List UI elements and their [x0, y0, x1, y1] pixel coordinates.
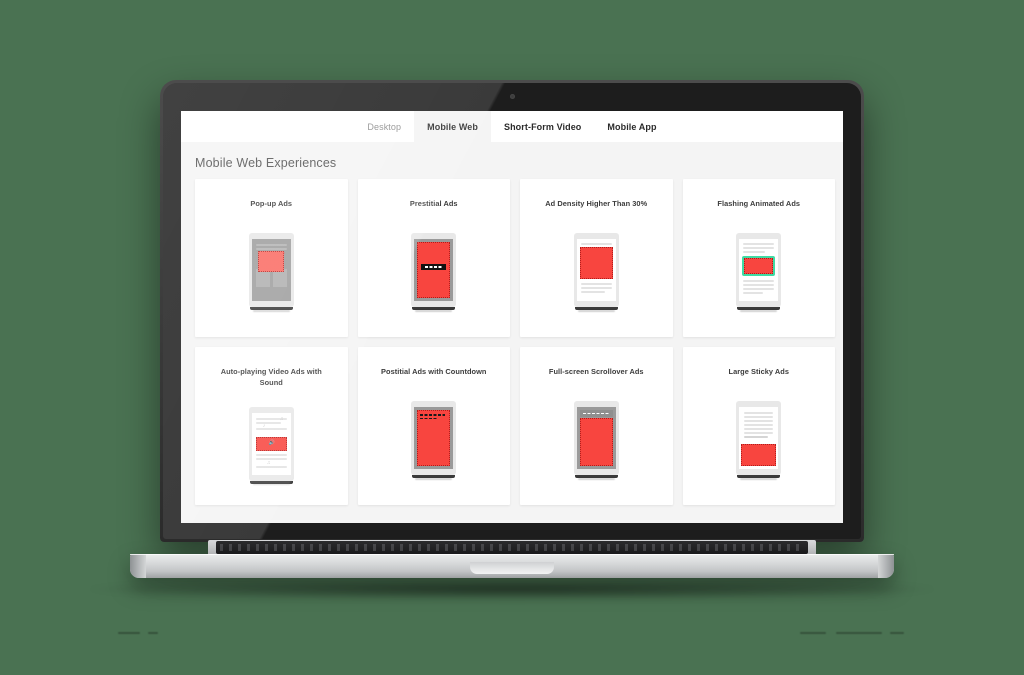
card-flashing-animated-ads[interactable]: Flashing Animated Ads	[682, 179, 836, 337]
music-note-icon: ♫	[266, 459, 271, 466]
card-illustration	[683, 209, 836, 337]
desk-shadow	[90, 582, 934, 600]
tab-bar: Desktop Mobile Web Short-Form Video Mobi…	[181, 111, 843, 142]
ad-density-phone-icon	[573, 233, 619, 313]
card-autoplay-video-ads[interactable]: Auto-playing Video Ads with Sound 🔊 ♫ ♪ …	[195, 347, 348, 505]
music-note-icon: ♪	[262, 422, 266, 429]
card-title: Pop-up Ads	[250, 199, 293, 208]
screen-content: Desktop Mobile Web Short-Form Video Mobi…	[181, 111, 843, 523]
scrollover-ad-phone-icon	[573, 401, 619, 481]
card-illustration: 🔊 ♫ ♪ ♫	[195, 389, 348, 505]
desk-speck	[890, 632, 904, 634]
card-title: Ad Density Higher Than 30%	[545, 199, 648, 208]
laptop-lid: Desktop Mobile Web Short-Form Video Mobi…	[160, 80, 864, 542]
camera-icon	[510, 94, 515, 99]
tab-mobile-web[interactable]: Mobile Web	[414, 111, 491, 142]
page-body: Mobile Web Experiences Pop-up Ads × Pres…	[181, 142, 843, 523]
card-illustration	[358, 209, 511, 337]
laptop-mockup: Desktop Mobile Web Short-Form Video Mobi…	[0, 0, 1024, 675]
card-illustration	[520, 377, 673, 505]
card-illustration	[358, 377, 511, 505]
desk-speck	[800, 632, 826, 634]
prestitial-ad-phone-icon	[411, 233, 457, 313]
tab-mobile-app[interactable]: Mobile App	[594, 111, 670, 142]
speaker-icon: 🔊	[268, 439, 275, 446]
card-title: Auto-playing Video Ads with Sound	[220, 367, 322, 388]
card-postitial-countdown[interactable]: Postitial Ads with Countdown	[357, 347, 511, 505]
desk-speck	[836, 632, 882, 634]
tab-short-form-video[interactable]: Short-Form Video	[490, 111, 595, 142]
card-illustration	[683, 377, 836, 505]
desk-speck	[148, 632, 158, 634]
card-title: Large Sticky Ads	[728, 367, 789, 376]
large-sticky-ad-phone-icon	[736, 401, 782, 481]
autoplay-video-ad-phone-icon: 🔊 ♫ ♪ ♫	[248, 406, 294, 487]
tab-mobile-app-label: Mobile App	[607, 121, 657, 132]
close-icon[interactable]: ×	[282, 251, 286, 255]
flashing-animated-ad-phone-icon	[736, 233, 782, 313]
laptop-bezel: Desktop Mobile Web Short-Form Video Mobi…	[163, 83, 861, 539]
card-title: Postitial Ads with Countdown	[381, 367, 487, 376]
music-note-icon: ♫	[279, 415, 284, 422]
card-illustration	[520, 209, 673, 337]
card-illustration: ×	[195, 209, 348, 337]
tab-desktop[interactable]: Desktop	[354, 111, 415, 142]
tab-mobile-web-label: Mobile Web	[427, 121, 478, 132]
laptop-seam	[130, 554, 894, 555]
tab-short-form-video-label: Short-Form Video	[503, 121, 582, 132]
page-title: Mobile Web Experiences	[195, 156, 337, 170]
card-popup-ads[interactable]: Pop-up Ads ×	[195, 179, 348, 337]
trackpad-notch	[470, 562, 554, 574]
card-ad-density[interactable]: Ad Density Higher Than 30%	[520, 179, 673, 337]
laptop-edge-right	[878, 554, 894, 578]
card-title: Prestitial Ads	[409, 199, 458, 208]
card-title: Full-screen Scrollover Ads	[548, 367, 644, 376]
card-scrollover-ads[interactable]: Full-screen Scrollover Ads	[520, 347, 673, 505]
card-prestitial-ads[interactable]: Prestitial Ads	[357, 179, 511, 337]
card-title: Flashing Animated Ads	[717, 199, 801, 208]
laptop-base	[130, 540, 894, 582]
card-large-sticky-ads[interactable]: Large Sticky Ads	[682, 347, 836, 505]
tab-desktop-label: Desktop	[367, 121, 402, 132]
desk-speck	[118, 632, 140, 634]
popup-ad-phone-icon: ×	[248, 233, 294, 313]
laptop-edge-left	[130, 554, 146, 578]
experience-card-grid: Pop-up Ads × Prestitial Ads Ad Density H…	[195, 179, 835, 505]
postitial-countdown-phone-icon	[411, 401, 457, 481]
keyboard	[216, 541, 808, 554]
